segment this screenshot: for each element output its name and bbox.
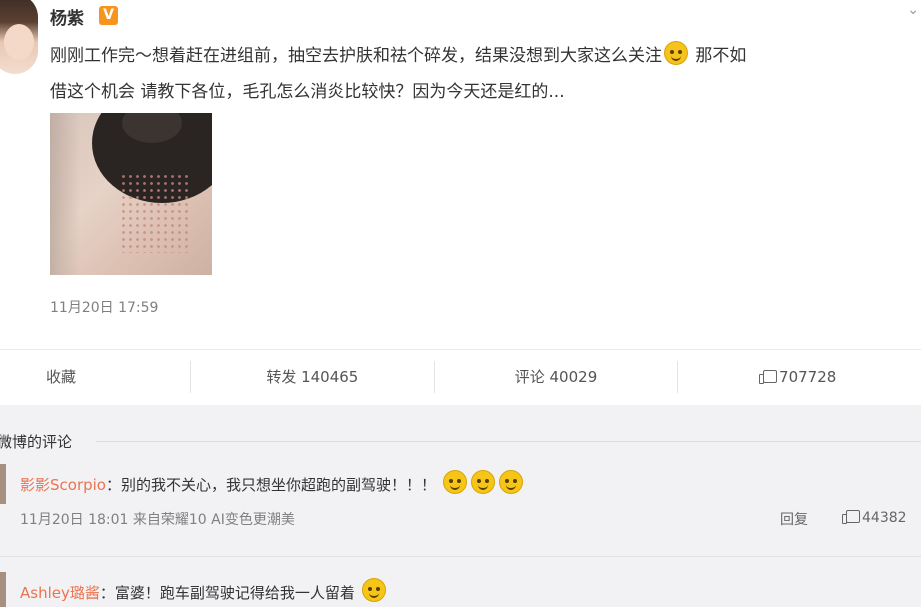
comment-author[interactable]: 影影Scorpio — [20, 476, 106, 494]
action-bar: 收藏 转发 140465 评论 40029 707728 — [0, 349, 921, 404]
doge-emoji-icon — [470, 470, 495, 494]
divider — [96, 441, 921, 442]
avatar[interactable] — [0, 0, 38, 74]
reply-button[interactable]: 回复 — [780, 509, 808, 529]
comment-text: 影影Scorpio：别的我不关心，我只想坐你超跑的副驾驶！！！ — [20, 470, 525, 495]
verified-badge-icon: V — [99, 6, 118, 25]
avatar[interactable] — [0, 572, 6, 607]
chevron-down-icon[interactable]: ⌄ — [907, 2, 919, 18]
thumbs-up-icon — [842, 510, 860, 524]
doge-emoji-icon — [498, 470, 523, 494]
comments-section — [0, 405, 921, 607]
comment-separator: ： — [105, 476, 121, 494]
thumbs-up-icon — [759, 370, 778, 384]
comment-button[interactable]: 评论 40029 — [433, 361, 678, 393]
comment-label: 评论 40029 — [514, 368, 598, 386]
repost-button[interactable]: 转发 140465 — [190, 361, 434, 393]
comments-title: 微博的评论 — [0, 433, 73, 451]
crying-laughing-emoji-icon — [664, 41, 688, 65]
comment-like-count: 44382 — [862, 510, 907, 526]
favorite-button[interactable]: 收藏 — [0, 361, 190, 393]
comment-author[interactable]: Ashley璐酱 — [20, 584, 100, 602]
post-text-line1-tail: 那不如 — [690, 46, 747, 66]
post-time[interactable]: 11月20日 17:59 — [50, 297, 158, 317]
post-text-line1: 刚刚工作完～想着赶在进组前，抽空去护肤和祛个碎发，结果没想到大家这么关注 — [50, 46, 662, 66]
repost-label: 转发 140465 — [266, 368, 359, 386]
like-count: 707728 — [779, 368, 837, 386]
comment-meta: 11月20日 18:01 来自荣耀10 AI变色更潮美 — [20, 512, 295, 528]
post-text: 刚刚工作完～想着赶在进组前，抽空去护肤和祛个碎发，结果没想到大家这么关注 那不如… — [50, 38, 912, 110]
comment-body: 别的我不关心，我只想坐你超跑的副驾驶！！！ — [121, 476, 437, 494]
shocked-emoji-icon — [361, 578, 386, 602]
favorite-label: 收藏 — [46, 368, 77, 386]
comment-text: Ashley璐酱：富婆！跑车副驾驶记得给我一人留着 — [20, 578, 388, 603]
avatar[interactable] — [0, 464, 6, 504]
post-image[interactable] — [50, 113, 212, 275]
comment-like-button[interactable]: 44382 — [842, 510, 907, 526]
post-text-line2: 借这个机会 请教下各位，毛孔怎么消炎比较快？因为今天还是红的... — [50, 82, 565, 102]
comment-body: 富婆！跑车副驾驶记得给我一人留着 — [114, 584, 355, 602]
username[interactable]: 杨紫 — [50, 4, 84, 29]
doge-emoji-icon — [442, 470, 467, 494]
divider — [0, 556, 921, 557]
like-button[interactable]: 707728 — [677, 361, 921, 393]
comment-separator: ： — [99, 584, 115, 602]
